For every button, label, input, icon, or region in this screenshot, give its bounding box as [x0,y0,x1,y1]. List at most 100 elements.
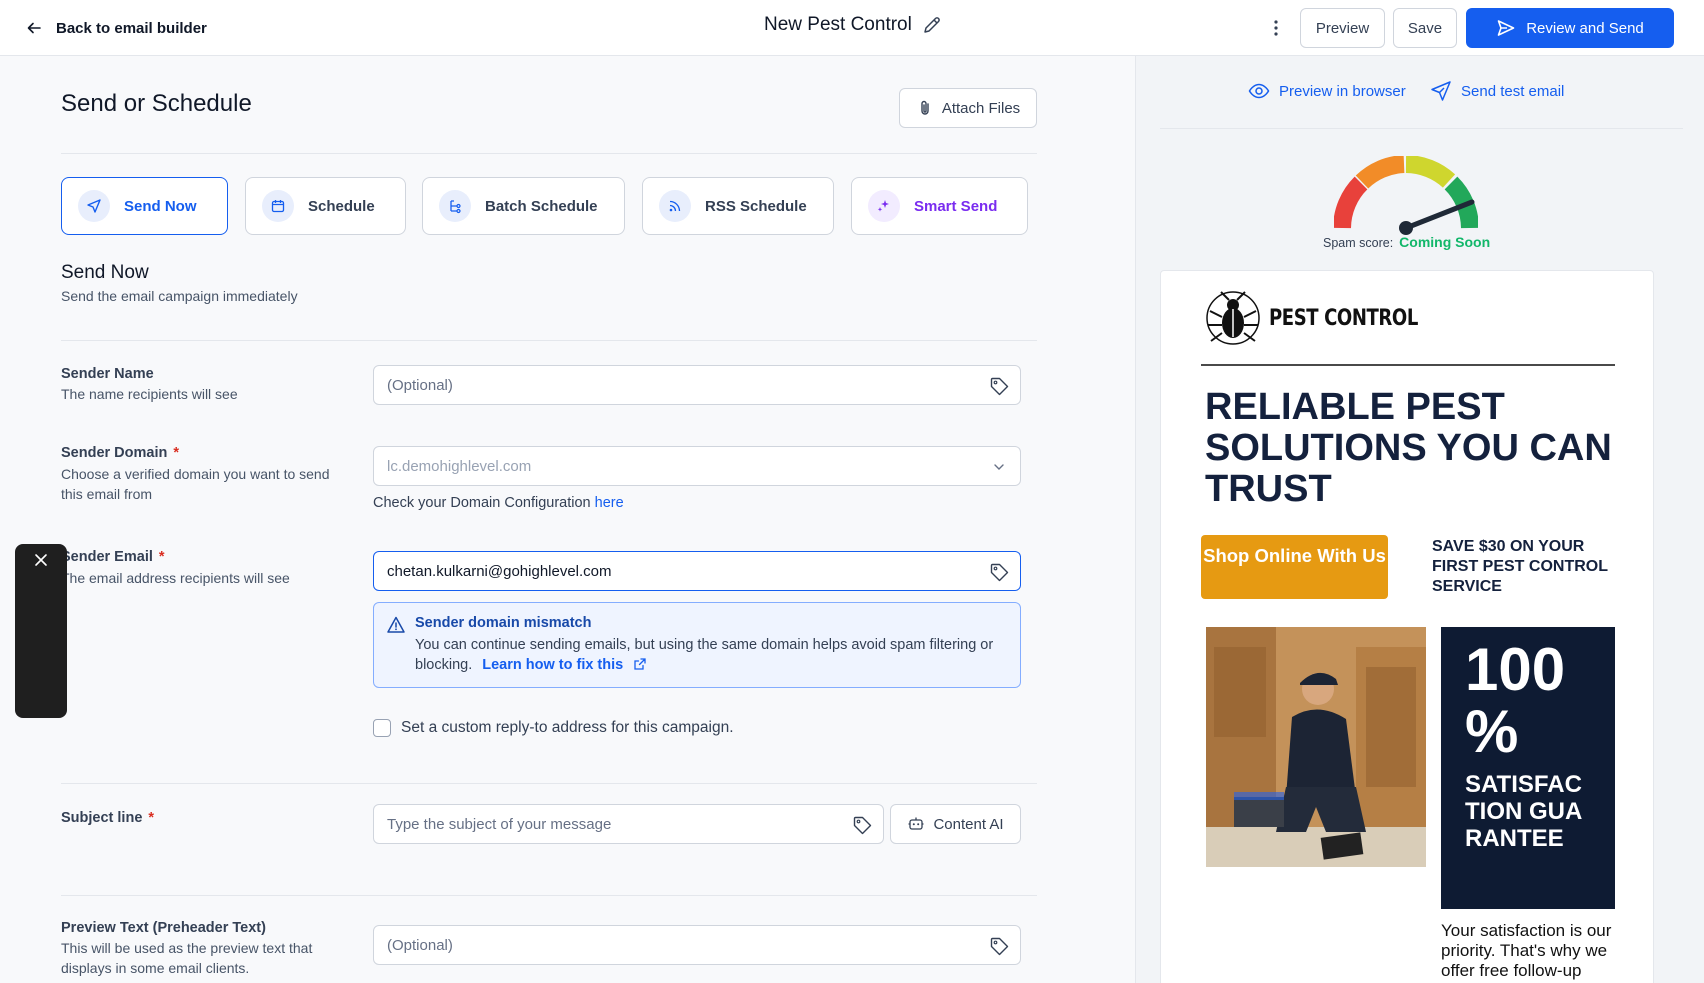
sender-name-label: Sender Name [61,366,154,382]
subject-input[interactable]: Type the subject of your message [373,804,884,844]
learn-how-link[interactable]: Learn how to fix this [482,657,647,673]
send-test-email-link[interactable]: Send test email [1430,80,1564,102]
tab-smart-send[interactable]: Smart Send [851,177,1028,235]
tab-label: Smart Send [914,197,998,215]
preview-text-label: Preview Text (Preheader Text) [61,920,266,936]
preview-text-label-text: Preview Text (Preheader Text) [61,920,266,936]
review-and-send-label: Review and Send [1526,19,1644,37]
tag-icon[interactable] [988,561,1010,583]
required-marker: * [173,445,180,461]
send-icon [78,190,110,222]
top-bar: Back to email builder New Pest Control P… [0,0,1704,56]
sender-name-placeholder: (Optional) [387,376,453,394]
preview-text-help: This will be used as the preview text th… [61,940,313,976]
close-icon[interactable] [30,549,52,571]
spam-score: Spam score: Coming Soon [1323,234,1490,250]
eye-icon [1248,83,1270,99]
shop-online-button[interactable]: Shop Online With Us [1201,535,1388,599]
guarantee-percent: 100 % [1465,636,1566,765]
sender-email-input[interactable]: chetan.kulkarni@gohighlevel.com [373,551,1021,591]
spam-score-gauge-icon [1334,156,1478,235]
preview-in-browser-label: Preview in browser [1279,82,1406,100]
spam-score-value: Coming Soon [1399,234,1491,250]
tab-rss-schedule[interactable]: RSS Schedule [642,177,834,235]
content-ai-label: Content AI [933,815,1004,833]
tab-label: Send Now [124,197,197,215]
pencil-icon[interactable] [922,15,942,35]
chevron-down-icon [988,456,1010,478]
save-button[interactable]: Save [1393,8,1457,48]
arrow-left-icon [27,22,41,34]
domain-config-text: Check your Domain Configuration [373,495,595,511]
divider [61,895,1037,896]
required-marker: * [158,549,165,565]
required-marker: * [148,810,155,826]
preview-in-browser-link[interactable]: Preview in browser [1248,80,1406,102]
sender-domain-label: Sender Domain * [61,445,179,461]
reply-to-row: Set a custom reply-to address for this c… [373,719,734,737]
sender-name-help: The name recipients will see [61,386,238,402]
satisfaction-guarantee-block: 100 % SATISFACTION GUARANTEE [1441,627,1615,909]
floating-widget [15,544,67,718]
external-link-icon [634,658,646,670]
tag-icon[interactable] [988,935,1010,957]
learn-how-label: Learn how to fix this [482,657,624,673]
email-preview-panel: Preview in browser Send test email Spam … [1135,56,1704,983]
preview-button[interactable]: Preview [1300,8,1385,48]
sender-domain-value: lc.demohighlevel.com [387,457,532,475]
page-title: Send or Schedule [61,90,252,117]
alert-title: Sender domain mismatch [415,615,592,631]
domain-config-link[interactable]: here [595,495,624,511]
tab-schedule[interactable]: Schedule [245,177,406,235]
email-preview: PEST CONTROL RELIABLE PEST SOLUTIONS YOU… [1160,270,1654,983]
sender-email-label-text: Sender Email [61,549,153,565]
subject-label: Subject line * [61,810,154,826]
robot-icon [908,817,924,830]
divider [61,783,1037,784]
sender-domain-label-text: Sender Domain [61,445,168,461]
preview-text-input[interactable]: (Optional) [373,925,1021,965]
guarantee-text: SATISFACTION GUARANTEE [1465,771,1583,852]
logo-text: PEST CONTROL [1269,305,1418,331]
sender-name-input[interactable]: (Optional) [373,365,1021,405]
sender-domain-help: Choose a verified domain you want to sen… [61,466,330,502]
batch-icon [439,190,471,222]
preview-text-placeholder: (Optional) [387,936,453,954]
divider [1201,364,1615,366]
tab-label: RSS Schedule [705,197,807,215]
tab-batch-schedule[interactable]: Batch Schedule [422,177,625,235]
send-now-heading: Send Now [61,262,149,283]
more-options-icon[interactable] [1262,14,1290,42]
sparkle-icon [868,190,900,222]
attach-files-label: Attach Files [941,99,1021,117]
review-and-send-button[interactable]: Review and Send [1466,8,1674,48]
sender-email-help: The email address recipients will see [61,570,290,586]
tab-label: Schedule [308,197,375,215]
attach-files-button[interactable]: Attach Files [899,88,1037,128]
divider [61,340,1037,341]
send-test-email-label: Send test email [1461,82,1565,100]
rss-icon [659,190,691,222]
tab-send-now[interactable]: Send Now [61,177,228,235]
satisfaction-text: Your satisfaction is our priority. That'… [1441,921,1612,980]
sender-email-label: Sender Email * [61,549,165,565]
tag-icon[interactable] [851,814,873,836]
campaign-title-text: New Pest Control [764,14,912,35]
reply-to-checkbox[interactable] [373,719,391,737]
sender-domain-select[interactable]: lc.demohighlevel.com [373,446,1021,486]
tag-icon[interactable] [988,375,1010,397]
reply-to-label: Set a custom reply-to address for this c… [401,719,734,736]
send-icon [1431,81,1451,101]
content-ai-button[interactable]: Content AI [890,804,1021,844]
divider [61,153,1037,154]
sender-domain-mismatch-alert: Sender domain mismatch You can continue … [373,602,1021,688]
pest-control-logo: PEST CONTROL [1205,289,1451,347]
subject-placeholder: Type the subject of your message [387,815,612,833]
warning-icon [386,615,406,640]
tab-label: Batch Schedule [485,197,598,215]
back-to-builder-link[interactable]: Back to email builder [26,14,207,42]
send-settings-panel: Send or Schedule Attach Files Send Now S… [0,56,1135,983]
sender-name-label-text: Sender Name [61,366,154,382]
send-icon [1497,20,1515,36]
sender-email-value: chetan.kulkarni@gohighlevel.com [387,562,612,580]
